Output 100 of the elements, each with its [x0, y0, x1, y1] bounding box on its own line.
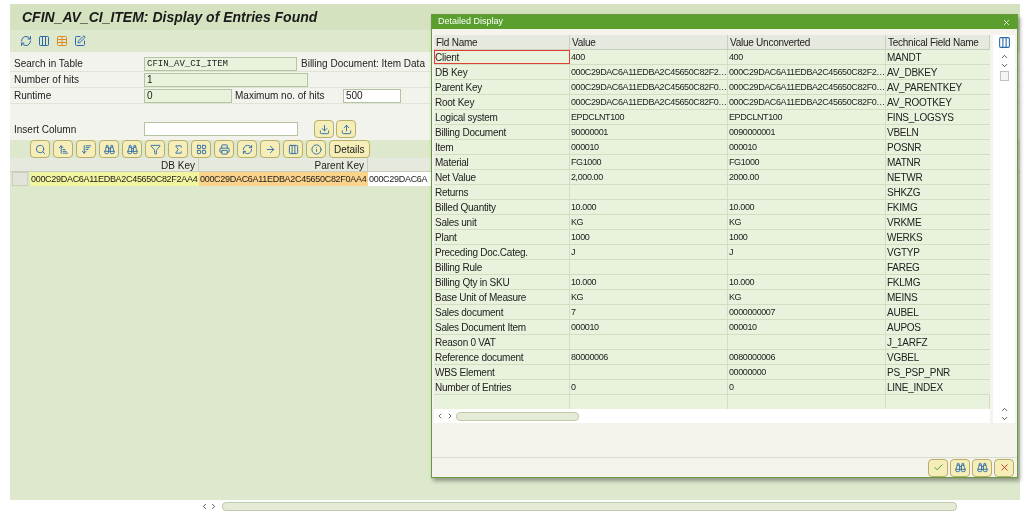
- table-cell: 000C29DAC6A11EDBA2C45650C82F0…: [570, 95, 728, 109]
- table-cell: 000C29DAC6A11EDBA2C45650C82F0…: [728, 80, 886, 94]
- table-cell-text: SHKZG: [886, 186, 922, 199]
- table-cell: 0080000006: [728, 350, 886, 364]
- field-name-cell: Preceding Doc.Categ.: [434, 245, 570, 259]
- table-cell-text: AV_PARENTKEY: [886, 81, 963, 94]
- field-label: Runtime: [13, 89, 53, 103]
- table-cell: 80000006: [570, 350, 728, 364]
- field-label: Number of hits: [13, 73, 81, 87]
- table-cell-text: FAREG: [886, 261, 921, 274]
- column-header[interactable]: Value Unconverted: [728, 35, 886, 49]
- table-cell: 10.000: [728, 275, 886, 289]
- max-hits-field[interactable]: 500: [343, 88, 401, 103]
- table-cell: J: [728, 245, 886, 259]
- table-cell-text: J_1ARFZ: [886, 336, 929, 349]
- field-name-cell: DB Key: [434, 65, 570, 79]
- runtime-field[interactable]: 0: [144, 88, 232, 103]
- table-cell-text: VRKME: [886, 216, 923, 229]
- field-label: Insert Column: [13, 122, 78, 137]
- table-cell-text: FKIMG: [886, 201, 919, 214]
- field-name-cell: Item: [434, 140, 570, 154]
- window-title: CFIN_AV_CI_ITEM: Display of Entries Found: [22, 7, 318, 27]
- table-cell: 90000001: [570, 125, 728, 139]
- table-cell-text: NETWR: [886, 171, 924, 184]
- table-cell-text: MEINS: [886, 291, 919, 304]
- table-cell: 0000000007: [728, 305, 886, 319]
- table-cell: J: [570, 245, 728, 259]
- field-label: Maximum no. of hits: [235, 89, 326, 103]
- table-cell: 7: [570, 305, 728, 319]
- table-cell: KG: [570, 215, 728, 229]
- field-name-cell: Parent Key: [434, 80, 570, 94]
- table-cell-text: WERKS: [886, 231, 924, 244]
- table-cell: FG1000: [570, 155, 728, 169]
- table-cell-text: VGTYP: [886, 246, 921, 259]
- field-name-cell: Logical system: [434, 110, 570, 124]
- table-description: Billing Document: Item Data: [301, 57, 425, 71]
- table-cell: 000010: [570, 320, 728, 334]
- table-cell-text: VGBEL: [886, 351, 921, 364]
- field-name-cell: Material: [434, 155, 570, 169]
- column-header[interactable]: Fld Name: [434, 35, 570, 49]
- table-cell-text: AUPOS: [886, 321, 922, 334]
- table-cell: 1000: [728, 230, 886, 244]
- table-cell: 10.000: [570, 275, 728, 289]
- table-cell: 000010: [728, 320, 886, 334]
- table-cell: 000C29DAC6A11EDBA2C45650C82F0…: [728, 95, 886, 109]
- field-name-cell: Billing Document: [434, 125, 570, 139]
- field-name-cell: Number of Entries: [434, 380, 570, 394]
- field-name-cell: Root Key: [434, 95, 570, 109]
- field-name-cell: Client: [434, 50, 570, 64]
- table-cell-text: LINE_INDEX: [886, 381, 944, 394]
- table-cell: 1000: [570, 230, 728, 244]
- field-name-cell: Base Unit of Measure: [434, 290, 570, 304]
- field-name-cell: Billed Quantity: [434, 200, 570, 214]
- dialog-title: Detailed Display: [438, 15, 504, 29]
- table-cell: 00000000: [728, 365, 886, 379]
- field-name-cell: Billing Rule: [434, 260, 570, 274]
- table-cell: KG: [570, 290, 728, 304]
- table-cell-text: FKLMG: [886, 276, 922, 289]
- hits-field[interactable]: 1: [144, 72, 308, 87]
- table-cell-text: AV_ROOTKEY: [886, 96, 953, 109]
- column-header[interactable]: Value: [570, 35, 728, 49]
- table-cell: KG: [728, 215, 886, 229]
- table-cell: 000C29DAC6A11EDBA2C45650C82F2AA4: [30, 172, 199, 186]
- table-cell-text: POSNR: [886, 141, 923, 154]
- field-name-cell: Reason 0 VAT: [434, 335, 570, 349]
- field-name-cell: Sales Document Item: [434, 320, 570, 334]
- table-cell: KG: [728, 290, 886, 304]
- column-header[interactable]: DB Key: [30, 158, 199, 171]
- table-cell-text: AV_DBKEY: [886, 66, 939, 79]
- table-cell: 000010: [728, 140, 886, 154]
- details-button[interactable]: Details: [329, 140, 370, 158]
- table-cell-text: VBELN: [886, 126, 920, 139]
- table-cell: 000C29DAC6A11EDBA2C45650C82F0AA4: [199, 172, 368, 186]
- table-cell-text: MATNR: [886, 156, 922, 169]
- table-cell: 0: [570, 380, 728, 394]
- table-cell: 2000.00: [728, 170, 886, 184]
- table-cell: 000C29DAC6A11EDBA2C45650C82F2…: [570, 65, 728, 79]
- table-cell: 0: [728, 380, 886, 394]
- field-label: Search in Table: [13, 57, 84, 71]
- table-cell: 000C29DAC6A11EDBA2C45650C82F0…: [570, 80, 728, 94]
- field-name-cell: Sales document: [434, 305, 570, 319]
- field-name-cell: WBS Element: [434, 365, 570, 379]
- field-name-cell: Billing Qty in SKU: [434, 275, 570, 289]
- column-header[interactable]: Parent Key: [199, 158, 368, 171]
- table-cell: EPDCLNT100: [728, 110, 886, 124]
- field-name-cell: Reference document: [434, 350, 570, 364]
- table-cell: 400: [728, 50, 886, 64]
- table-name-field[interactable]: CFIN_AV_CI_ITEM: [144, 56, 297, 71]
- table-cell-text: FINS_LOGSYS: [886, 111, 955, 124]
- field-name-cell: Plant: [434, 230, 570, 244]
- table-cell: 400: [570, 50, 728, 64]
- table-cell: 000010: [570, 140, 728, 154]
- table-cell: 10.000: [570, 200, 728, 214]
- field-name-cell: Net Value: [434, 170, 570, 184]
- field-name-cell: Returns: [434, 185, 570, 199]
- table-cell: FG1000: [728, 155, 886, 169]
- table-cell: 0090000001: [728, 125, 886, 139]
- column-header[interactable]: Technical Field Name: [886, 35, 990, 49]
- table-cell-text: AUBEL: [886, 306, 920, 319]
- field-name-cell: Sales unit: [434, 215, 570, 229]
